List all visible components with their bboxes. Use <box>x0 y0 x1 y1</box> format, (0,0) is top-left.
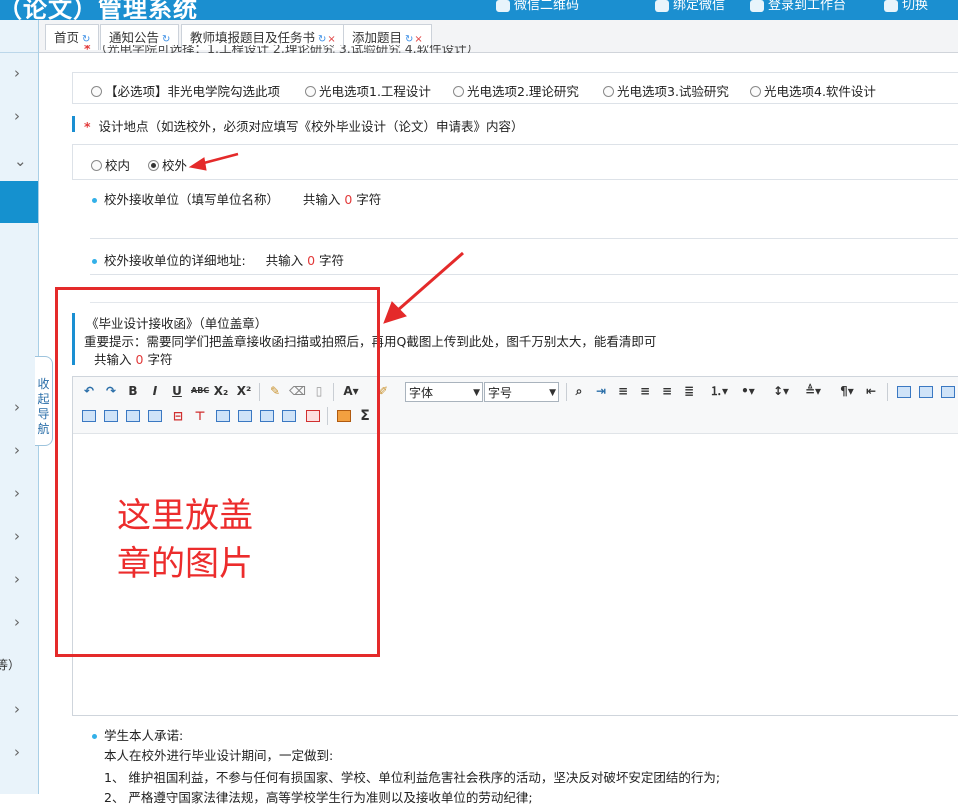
annotation-arrow-letter <box>397 251 464 312</box>
annotation-arrows <box>188 152 464 324</box>
collapse-nav-toggle[interactable]: 收起导航 <box>35 356 53 446</box>
annotation-arrow-outside <box>199 152 239 166</box>
